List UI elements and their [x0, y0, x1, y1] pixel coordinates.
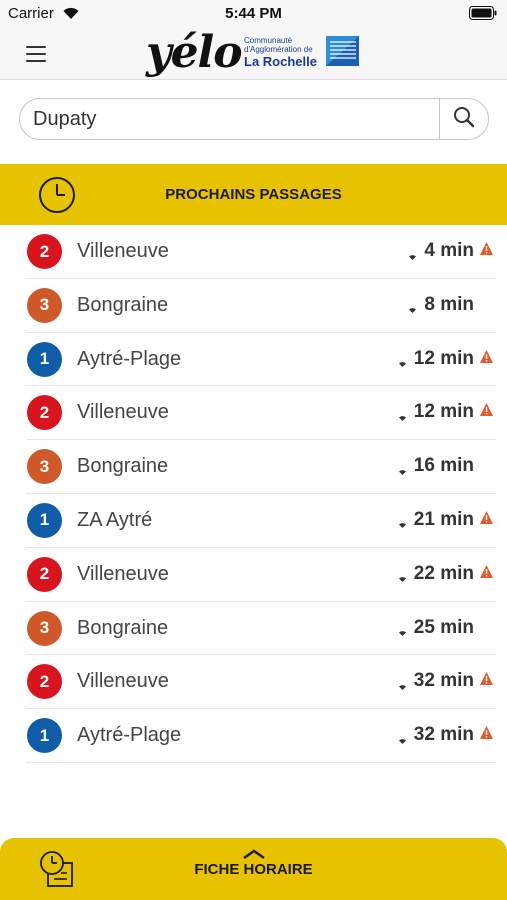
line-badge: 1	[27, 502, 62, 538]
warning-icon[interactable]	[479, 564, 494, 579]
status-bar: Carrier 5:44 PM	[0, 0, 507, 28]
warning-icon[interactable]	[479, 510, 494, 525]
wait-time: 32 min	[413, 724, 474, 746]
line-badge: 2	[27, 556, 62, 592]
line-badge: 1	[27, 718, 62, 754]
departure-row[interactable]: 2 Villeneuve 4 min	[26, 225, 496, 279]
wait-time: 12 min	[413, 401, 474, 423]
next-departures-header: PROCHAINS PASSAGES	[0, 164, 507, 225]
partner-line-2: d'Agglomération de	[244, 45, 313, 54]
yelo-logo: yélo	[146, 27, 243, 78]
destination-label: Bongraine	[77, 455, 169, 478]
destination-label: Villeneuve	[77, 670, 169, 693]
line-badge: 2	[27, 234, 62, 269]
departure-row[interactable]: 3 Bongraine 16 min	[26, 440, 496, 494]
search-bar	[19, 98, 489, 140]
timetable-label: FICHE HORAIRE	[194, 861, 313, 878]
partner-line-1: Communauté	[244, 36, 293, 45]
destination-label: Villeneuve	[77, 562, 169, 585]
departure-row[interactable]: 3 Bongraine 8 min	[26, 279, 496, 333]
search-button[interactable]	[439, 99, 488, 139]
departure-row[interactable]: 1 ZA Aytré 21 min	[26, 494, 496, 548]
realtime-signal-icon	[398, 570, 407, 583]
departure-row[interactable]: 2 Villeneuve 22 min	[26, 548, 496, 602]
departure-row[interactable]: 1 Aytré-Plage 12 min	[26, 333, 496, 387]
realtime-signal-icon	[408, 248, 417, 260]
line-badge: 3	[27, 610, 62, 646]
realtime-signal-icon	[398, 516, 407, 529]
departure-row[interactable]: 1 Aytré-Plage 32 min	[26, 709, 496, 763]
realtime-signal-icon	[398, 409, 407, 421]
realtime-signal-icon	[398, 355, 407, 368]
destination-label: Bongraine	[77, 616, 169, 639]
wait-time: 16 min	[413, 455, 474, 477]
departure-row[interactable]: 2 Villeneuve 32 min	[26, 655, 496, 710]
wait-time: 22 min	[413, 562, 474, 584]
partner-logo-mark	[326, 36, 359, 66]
wait-time: 8 min	[424, 293, 474, 315]
destination-label: Villeneuve	[77, 240, 169, 262]
wait-time: 12 min	[413, 347, 474, 369]
wait-time: 25 min	[413, 616, 474, 638]
destination-label: Aytré-Plage	[77, 724, 182, 747]
line-badge: 2	[27, 664, 62, 700]
partner-line-3: La Rochelle	[244, 54, 317, 69]
section-title: PROCHAINS PASSAGES	[165, 186, 342, 203]
warning-icon[interactable]	[479, 671, 494, 686]
top-navigation-bar: yélo Communauté d'Agglomération de La Ro…	[0, 28, 507, 80]
departure-row[interactable]: 3 Bongraine 25 min	[26, 602, 496, 656]
warning-icon[interactable]	[479, 349, 494, 364]
destination-label: ZA Aytré	[77, 508, 153, 531]
departures-list: 2 Villeneuve 4 min 3 Bongraine 8 min 1 A…	[0, 225, 507, 763]
line-badge: 3	[27, 287, 62, 323]
line-badge: 1	[27, 341, 62, 377]
line-badge: 3	[27, 449, 62, 485]
departure-row[interactable]: 2 Villeneuve 12 min	[26, 386, 496, 441]
wait-time: 32 min	[413, 670, 474, 692]
clock-time: 5:44 PM	[225, 5, 282, 22]
line-badge: 2	[27, 395, 62, 431]
timetable-drawer[interactable]: FICHE HORAIRE	[0, 838, 507, 900]
battery-icon	[469, 6, 497, 25]
destination-label: Villeneuve	[77, 401, 169, 424]
destination-label: Bongraine	[77, 293, 169, 316]
wait-time: 21 min	[413, 508, 474, 530]
realtime-signal-icon	[398, 463, 407, 475]
warning-icon[interactable]	[479, 725, 494, 740]
warning-icon[interactable]	[479, 241, 494, 256]
realtime-signal-icon	[398, 624, 407, 637]
destination-label: Aytré-Plage	[77, 347, 182, 370]
hamburger-icon[interactable]	[26, 40, 62, 68]
realtime-signal-icon	[398, 678, 407, 690]
search-input[interactable]	[20, 99, 440, 139]
realtime-signal-icon	[398, 732, 407, 744]
partner-logo-text: Communauté d'Agglomération de La Rochell…	[244, 36, 328, 69]
realtime-signal-icon	[408, 301, 417, 314]
search-icon	[453, 106, 475, 133]
warning-icon[interactable]	[479, 402, 494, 417]
wait-time: 4 min	[424, 240, 474, 261]
